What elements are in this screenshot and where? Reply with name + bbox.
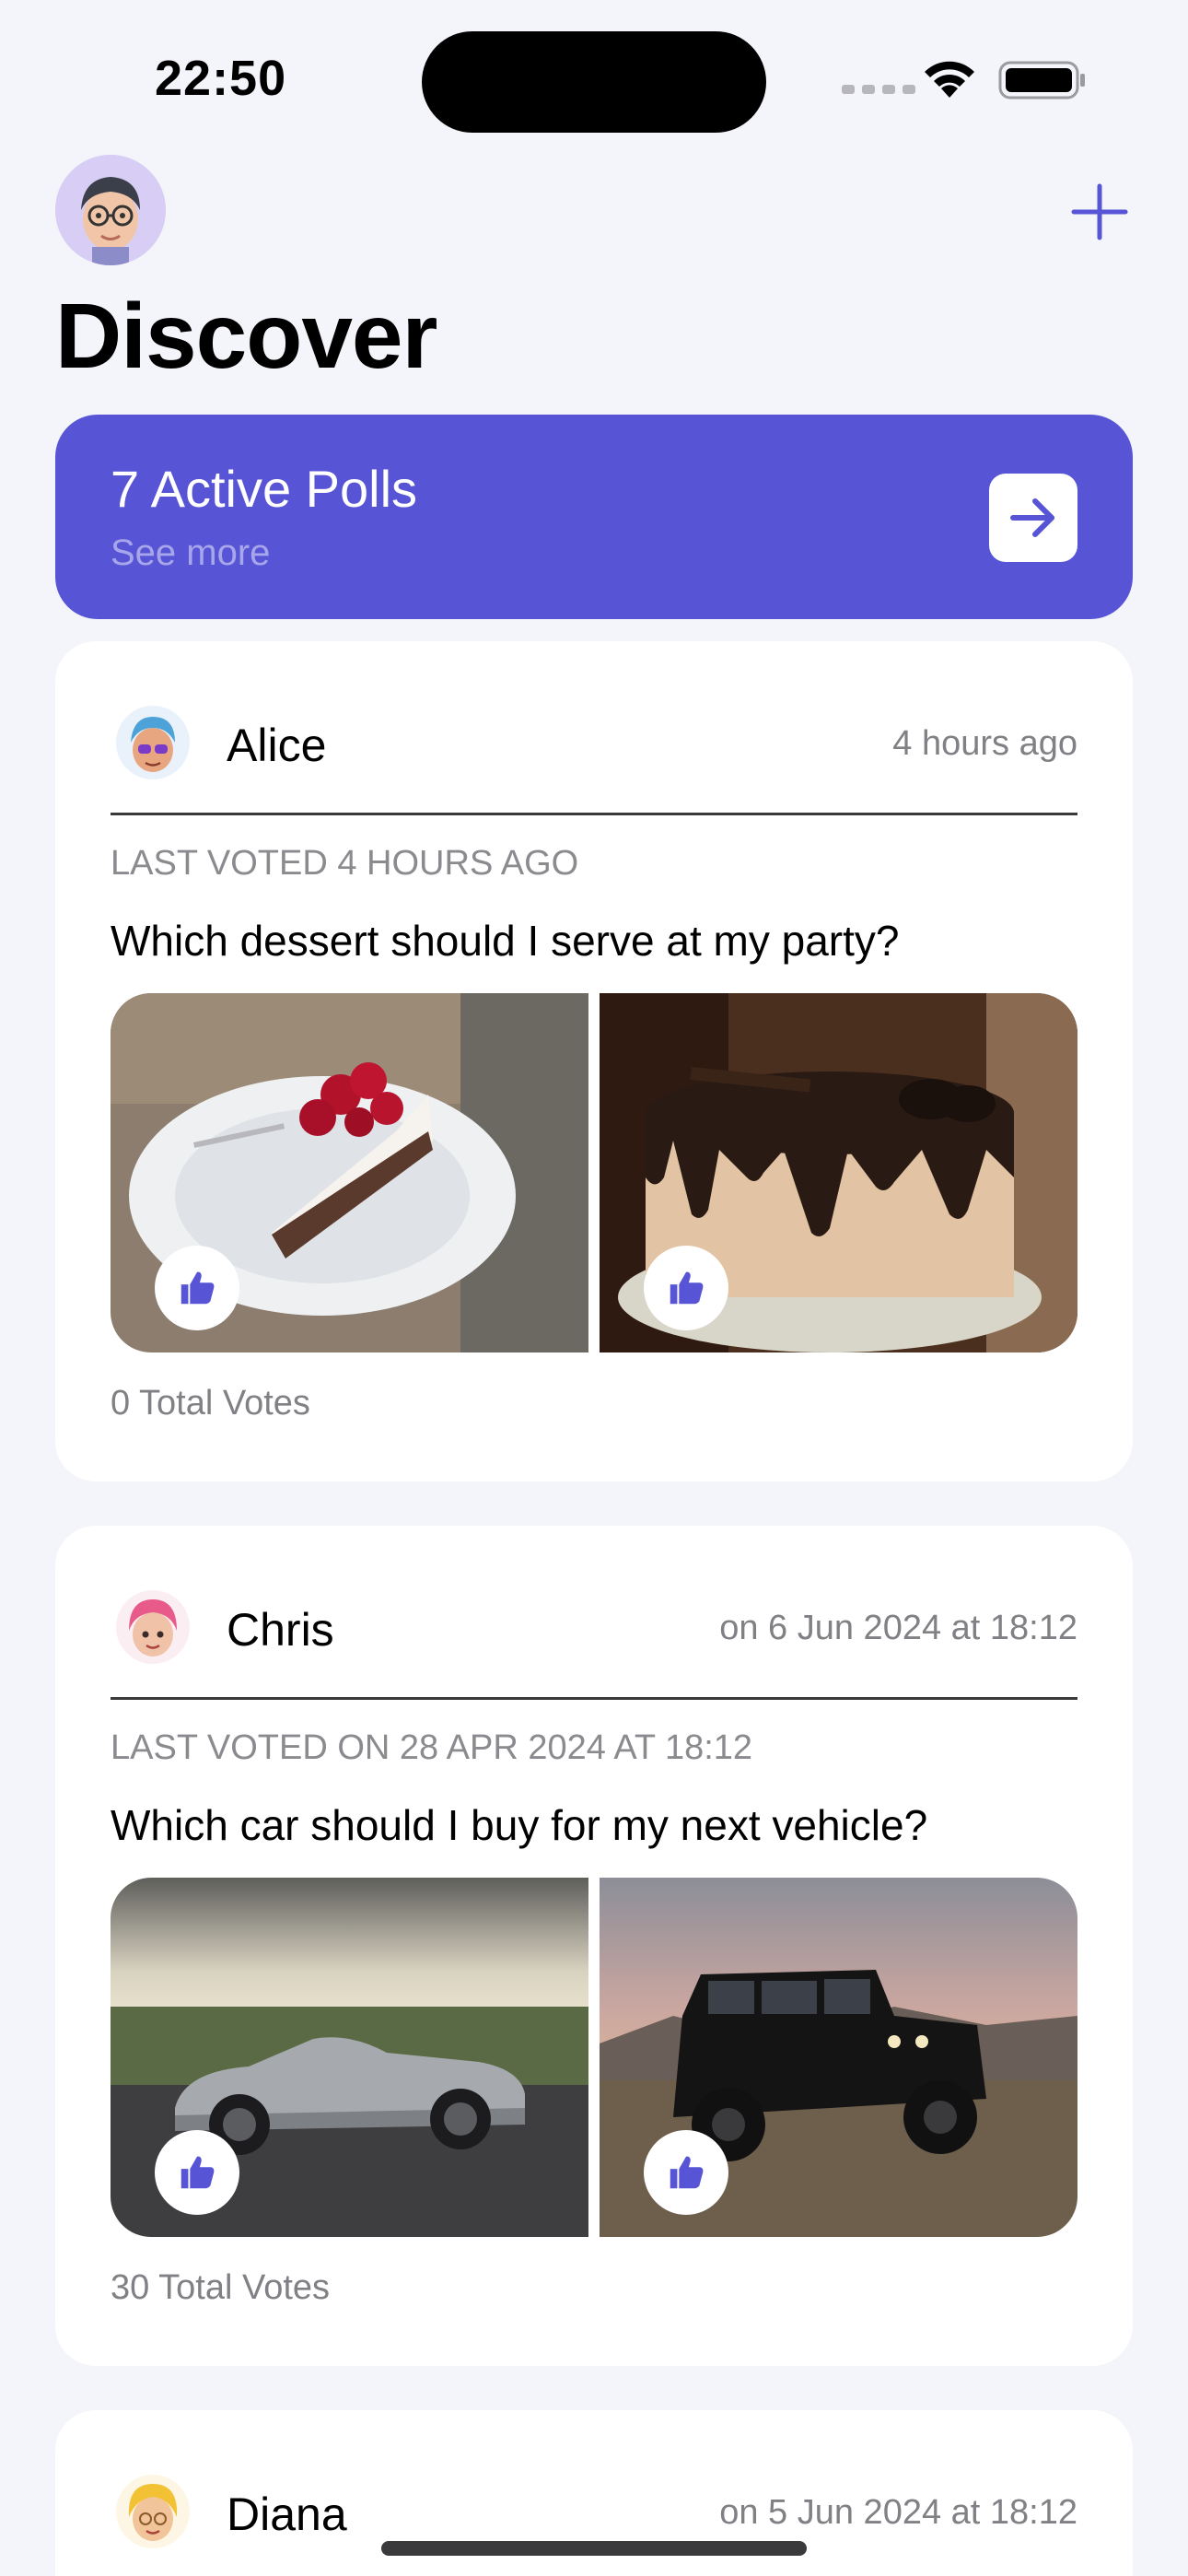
- last-voted-label: LAST VOTED 4 HOURS AGO: [111, 844, 579, 883]
- profile-avatar[interactable]: [55, 155, 166, 265]
- wifi-icon: [925, 61, 974, 98]
- author-name: Alice: [227, 720, 327, 771]
- post-time: on 5 Jun 2024 at 18:12: [719, 2493, 1077, 2532]
- poll-question: Which car should I buy for my next vehic…: [111, 1801, 928, 1849]
- author-avatar[interactable]: [116, 2475, 190, 2548]
- poll-option-image[interactable]: [111, 1878, 588, 2237]
- divider: [111, 1697, 1077, 1700]
- active-polls-banner[interactable]: 7 Active Polls See more: [55, 415, 1133, 619]
- thumbs-up-icon: [670, 2156, 704, 2189]
- poll-option-image[interactable]: [600, 1878, 1077, 2237]
- dynamic-island: [422, 31, 766, 133]
- vote-button[interactable]: [155, 2130, 239, 2215]
- thumbs-up-icon: [181, 2156, 215, 2189]
- last-voted-label: LAST VOTED ON 28 APR 2024 AT 18:12: [111, 1728, 753, 1767]
- cellular-signal-icon: [842, 85, 915, 94]
- divider: [111, 813, 1077, 815]
- thumbs-up-icon: [181, 1271, 215, 1305]
- status-bar: 22:50: [0, 0, 1188, 157]
- poll-option-image[interactable]: [600, 993, 1077, 1352]
- poll-question: Which dessert should I serve at my party…: [111, 917, 900, 965]
- thumbs-up-icon: [670, 1271, 704, 1305]
- author-name: Diana: [227, 2488, 347, 2540]
- poll-card[interactable]: Chris on 6 Jun 2024 at 18:12 LAST VOTED …: [55, 1526, 1133, 2366]
- status-time: 22:50: [155, 51, 287, 106]
- post-time: on 6 Jun 2024 at 18:12: [719, 1609, 1077, 1647]
- total-votes: 0 Total Votes: [111, 1384, 310, 1423]
- open-polls-button[interactable]: [989, 474, 1077, 562]
- poll-options: [111, 993, 1077, 1352]
- author-avatar[interactable]: [116, 706, 190, 779]
- active-polls-title: 7 Active Polls: [111, 460, 418, 518]
- poll-option-image[interactable]: [111, 993, 588, 1352]
- page-title: Discover: [55, 285, 437, 388]
- home-indicator: [381, 2541, 807, 2556]
- total-votes: 30 Total Votes: [111, 2268, 331, 2307]
- vote-button[interactable]: [155, 1246, 239, 1330]
- vote-button[interactable]: [644, 2130, 728, 2215]
- author-avatar[interactable]: [116, 1590, 190, 1664]
- see-more-link[interactable]: See more: [111, 533, 270, 574]
- post-time: 4 hours ago: [892, 724, 1077, 763]
- add-poll-button[interactable]: [1068, 181, 1131, 243]
- battery-icon: [998, 61, 1085, 100]
- poll-card[interactable]: Alice 4 hours ago LAST VOTED 4 HOURS AGO…: [55, 641, 1133, 1481]
- author-name: Chris: [227, 1604, 334, 1656]
- poll-options: [111, 1878, 1077, 2237]
- arrow-right-icon: [1010, 498, 1054, 537]
- vote-button[interactable]: [644, 1246, 728, 1330]
